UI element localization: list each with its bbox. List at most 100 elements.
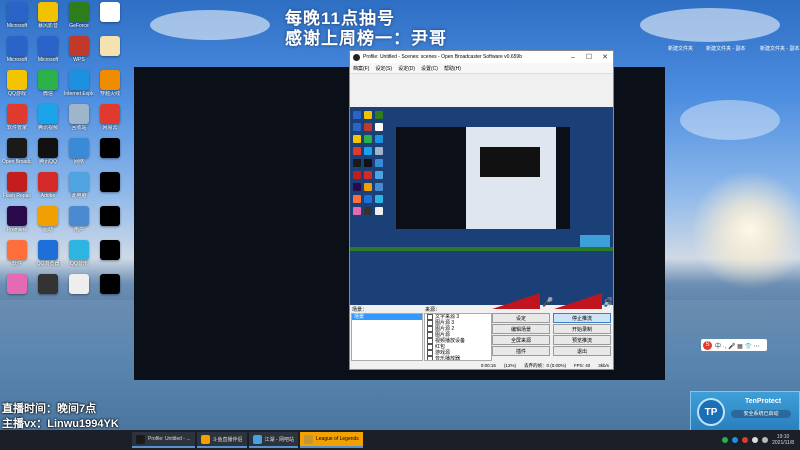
- obs-button[interactable]: 编辑场景: [492, 324, 550, 334]
- desktop-icon[interactable]: 暴风影音: [33, 2, 63, 29]
- taskbar-item[interactable]: 江湖 - 网吧站: [248, 432, 298, 448]
- network-icon[interactable]: [752, 437, 759, 443]
- maximize-icon[interactable]: ☐: [581, 51, 597, 63]
- desktop-icon[interactable]: [33, 274, 63, 295]
- minimize-icon[interactable]: –: [565, 51, 581, 63]
- taskbar-app-icon: [200, 434, 210, 444]
- desktop-icon[interactable]: QQ浏览器: [33, 240, 63, 267]
- desktop-icon[interactable]: 用户: [64, 206, 94, 233]
- volume-icon[interactable]: [762, 437, 769, 443]
- desktop-icon[interactable]: Microsoft: [2, 2, 32, 29]
- desktop-icon-label: 暴风影音: [37, 23, 58, 29]
- desktop-icon[interactable]: Open Broadcaster: [2, 138, 32, 165]
- taskbar-item[interactable]: League of Legends: [299, 432, 363, 448]
- desktop-icon[interactable]: 此电脑: [64, 172, 94, 199]
- app-icon: [69, 2, 89, 22]
- desktop-icon[interactable]: 腾讯QQ: [33, 138, 63, 165]
- wechat-tray-icon[interactable]: [722, 437, 729, 443]
- obs-button[interactable]: 插件: [492, 346, 550, 356]
- source-item[interactable]: 音乐播放器: [425, 356, 491, 360]
- app-tray-icon[interactable]: [742, 437, 749, 443]
- desktop-icon[interactable]: WPS: [64, 36, 94, 63]
- status-time: 0:00:15: [480, 363, 496, 368]
- obs-button[interactable]: 开始录制: [553, 324, 611, 334]
- close-icon[interactable]: ✕: [597, 51, 613, 63]
- desktop-icon[interactable]: [2, 274, 32, 295]
- obs-window[interactable]: Profile: Untitled - Scenes: scenes - Ope…: [349, 50, 614, 370]
- source-checkbox[interactable]: [427, 356, 433, 360]
- desktop-icon[interactable]: [95, 206, 125, 227]
- desktop-icon-label: 腾讯视频: [37, 125, 58, 131]
- desktop-icon[interactable]: [95, 172, 125, 193]
- app-icon: [69, 172, 89, 192]
- qq-tray-icon[interactable]: [732, 437, 739, 443]
- preview-taskbar: [350, 247, 613, 251]
- obs-button[interactable]: 退出: [553, 346, 611, 356]
- desktop-icon[interactable]: 软件管家: [2, 104, 32, 131]
- status-bitrate: 3kb/s: [598, 363, 609, 368]
- desktop-icon[interactable]: Adobe: [33, 172, 63, 199]
- obs-titlebar[interactable]: Profile: Untitled - Scenes: scenes - Ope…: [350, 51, 613, 63]
- obs-logo-icon: [353, 53, 360, 61]
- app-icon: [100, 70, 120, 90]
- desktop-icon[interactable]: [95, 240, 125, 261]
- taskbar-item[interactable]: Profile: Untitled - ...: [132, 432, 195, 448]
- taskbar-item[interactable]: 斗鱼直播伴侣: [196, 432, 247, 448]
- sogou-icon: S: [703, 340, 712, 350]
- desktop-icon[interactable]: [95, 274, 125, 295]
- desktop-icon-label: Adobe: [40, 193, 56, 199]
- desktop-icon[interactable]: Microsoft: [33, 36, 63, 63]
- app-icon: [69, 70, 89, 90]
- preview-desktop-icons: [350, 107, 396, 305]
- desktop-icon[interactable]: Flash Repair: [2, 172, 32, 199]
- desktop-icon[interactable]: [64, 274, 94, 295]
- desktop-icon[interactable]: [95, 36, 125, 57]
- obs-button[interactable]: 全屏来源: [492, 335, 550, 345]
- desktop-icon[interactable]: 穿越火线: [95, 70, 125, 97]
- menu-item[interactable]: 帮助(H): [444, 65, 461, 72]
- menu-item[interactable]: 设定(D): [398, 65, 415, 72]
- scenes-list[interactable]: 场景: [351, 313, 423, 361]
- desktop-icon[interactable]: QQ音乐: [64, 240, 94, 267]
- obs-button[interactable]: 设定: [492, 313, 550, 323]
- app-icon: [7, 240, 27, 260]
- app-icon: [38, 274, 58, 294]
- desktop-icon[interactable]: 微信: [33, 70, 63, 97]
- sources-list[interactable]: 文字来源 3 图片源 3 图片源 2 图片源 视频播放设备 红包 游戏源 音乐播放器: [424, 313, 492, 361]
- desktop-icon[interactable]: Premiere: [2, 206, 32, 233]
- menu-item[interactable]: 设置(C): [421, 65, 438, 72]
- menu-item[interactable]: 档案(F): [353, 65, 369, 72]
- desktop-icon[interactable]: 腾讯视频: [33, 104, 63, 131]
- app-icon: [7, 206, 27, 226]
- streamer-contact-text: 主播vx：Linwu1994YK: [2, 418, 119, 430]
- desktop-icon[interactable]: GeForce: [64, 2, 94, 29]
- desktop-icon[interactable]: [95, 138, 125, 159]
- menu-item[interactable]: 设定(S): [375, 65, 392, 72]
- tenprotect-popup[interactable]: TP TenProtect 安全系统已启动: [690, 391, 800, 430]
- desktop-icon[interactable]: Internet Explorer: [64, 70, 94, 97]
- obs-button[interactable]: 停止推流: [553, 313, 611, 323]
- desktop-icon[interactable]: [95, 2, 125, 23]
- desktop-icon[interactable]: Microsoft: [2, 36, 32, 63]
- taskbar-app-icon: [136, 434, 145, 444]
- app-icon: [38, 138, 58, 158]
- desktop-icon[interactable]: 软件: [2, 240, 32, 267]
- obs-button[interactable]: 预览推流: [553, 335, 611, 345]
- desktop-icon[interactable]: 网易云: [95, 104, 125, 131]
- desktop-icon[interactable]: 驱动: [33, 206, 63, 233]
- desktop-icon[interactable]: 回收站: [64, 104, 94, 131]
- desktop-icon-label: 网易云: [102, 125, 118, 131]
- scene-item[interactable]: 场景: [352, 314, 422, 320]
- right-tag[interactable]: 新建文件夹: [668, 45, 693, 52]
- right-tag[interactable]: 新建文件夹 - 副本: [760, 45, 799, 52]
- clock[interactable]: 19:10 2021/11/8: [772, 434, 794, 446]
- desktop-icon[interactable]: 网络: [64, 138, 94, 165]
- taskbar-item-label: Profile: Untitled - ...: [148, 436, 191, 442]
- obs-statusbar: 0:00:15 (12%) 丢弃的帧：0 (0.00%) FPS: 40 3kb…: [350, 362, 613, 369]
- right-tag[interactable]: 新建文件夹 - 副本: [706, 45, 745, 52]
- desktop-icon[interactable]: QQ游戏: [2, 70, 32, 97]
- ime-toolbar[interactable]: S 中 ·, 🎤 ▦ 👕 ⋯: [701, 339, 767, 351]
- app-icon: [100, 274, 120, 294]
- desktop-icon-label: 软件: [11, 261, 22, 267]
- start-button[interactable]: [0, 430, 20, 450]
